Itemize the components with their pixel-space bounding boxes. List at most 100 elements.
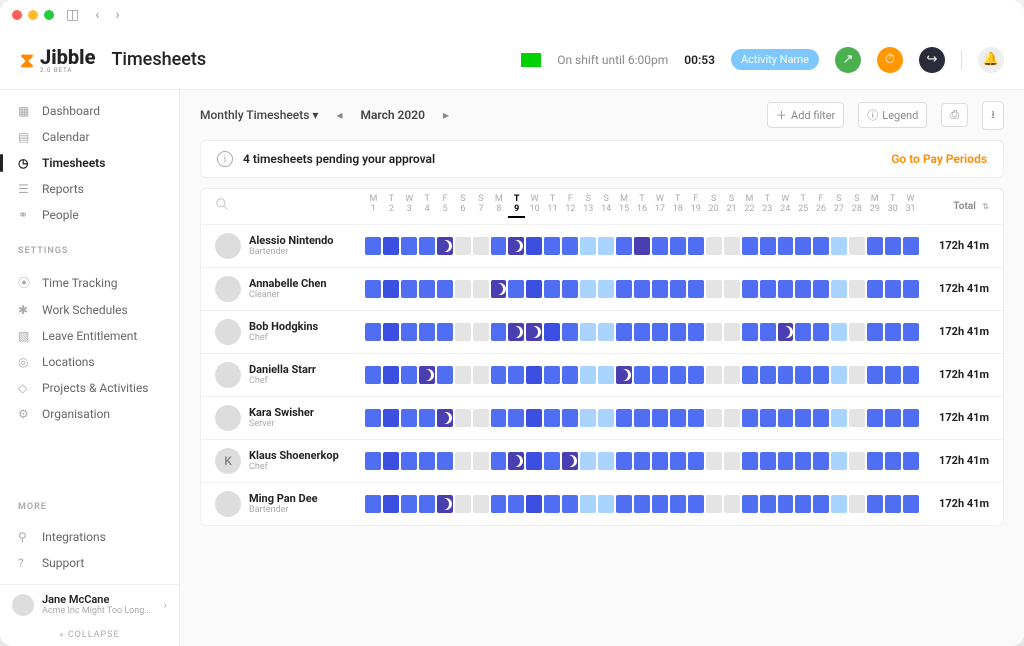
timesheet-row[interactable]: KKlaus ShoenerkopChef172h 41m bbox=[201, 439, 1003, 482]
day-cell[interactable] bbox=[491, 409, 507, 427]
day-cell[interactable] bbox=[778, 237, 794, 255]
day-cell[interactable] bbox=[473, 280, 489, 298]
day-cell[interactable] bbox=[580, 237, 596, 255]
day-cell[interactable] bbox=[598, 237, 614, 255]
day-header[interactable]: T18 bbox=[669, 195, 686, 218]
day-cell[interactable] bbox=[544, 323, 560, 341]
day-cell[interactable] bbox=[437, 495, 453, 513]
day-cell[interactable] bbox=[562, 323, 578, 341]
sidebar-item-integrations[interactable]: ⚲Integrations bbox=[0, 524, 179, 550]
day-cell[interactable] bbox=[544, 237, 560, 255]
day-cell[interactable] bbox=[885, 409, 901, 427]
day-cell[interactable] bbox=[706, 409, 722, 427]
day-cell[interactable] bbox=[634, 452, 650, 470]
day-cell[interactable] bbox=[580, 409, 596, 427]
day-cell[interactable] bbox=[544, 495, 560, 513]
day-cell[interactable] bbox=[365, 452, 381, 470]
close-window[interactable] bbox=[12, 10, 22, 20]
day-cell[interactable] bbox=[419, 366, 435, 384]
day-cell[interactable] bbox=[580, 323, 596, 341]
day-cell[interactable] bbox=[813, 366, 829, 384]
day-cell[interactable] bbox=[508, 366, 524, 384]
day-cell[interactable] bbox=[688, 452, 704, 470]
day-cell[interactable] bbox=[706, 323, 722, 341]
day-cell[interactable] bbox=[455, 366, 471, 384]
sidebar-item-work-schedules[interactable]: ✱Work Schedules bbox=[0, 297, 179, 323]
day-cell[interactable] bbox=[562, 452, 578, 470]
day-cell[interactable] bbox=[903, 280, 919, 298]
sidebar-toggle-icon[interactable]: ◫ bbox=[62, 7, 83, 23]
day-cell[interactable] bbox=[383, 237, 399, 255]
day-cell[interactable] bbox=[652, 323, 668, 341]
sidebar-item-support[interactable]: ?Support bbox=[0, 550, 179, 576]
day-cell[interactable] bbox=[778, 409, 794, 427]
day-cell[interactable] bbox=[419, 237, 435, 255]
day-cell[interactable] bbox=[544, 366, 560, 384]
day-cell[interactable] bbox=[760, 280, 776, 298]
day-cell[interactable] bbox=[903, 452, 919, 470]
day-cell[interactable] bbox=[634, 366, 650, 384]
day-cell[interactable] bbox=[544, 409, 560, 427]
day-header[interactable]: S20 bbox=[705, 195, 722, 218]
day-cell[interactable] bbox=[760, 323, 776, 341]
day-cell[interactable] bbox=[724, 237, 740, 255]
view-dropdown[interactable]: Monthly Timesheets ▾ bbox=[200, 108, 318, 122]
day-cell[interactable] bbox=[437, 237, 453, 255]
clock-out-button[interactable]: ↪ bbox=[919, 47, 945, 73]
timesheet-row[interactable]: Alessio NintendoBartender172h 41m bbox=[201, 224, 1003, 267]
day-header[interactable]: T9 bbox=[508, 195, 525, 218]
day-header[interactable]: F26 bbox=[813, 195, 830, 218]
day-cell[interactable] bbox=[760, 452, 776, 470]
day-cell[interactable] bbox=[670, 237, 686, 255]
day-cell[interactable] bbox=[903, 409, 919, 427]
day-cell[interactable] bbox=[867, 366, 883, 384]
day-cell[interactable] bbox=[383, 280, 399, 298]
day-header[interactable]: W24 bbox=[777, 195, 794, 218]
day-cell[interactable] bbox=[419, 409, 435, 427]
day-cell[interactable] bbox=[526, 280, 542, 298]
day-cell[interactable] bbox=[526, 409, 542, 427]
day-cell[interactable] bbox=[580, 366, 596, 384]
day-cell[interactable] bbox=[455, 237, 471, 255]
day-cell[interactable] bbox=[813, 452, 829, 470]
day-cell[interactable] bbox=[867, 452, 883, 470]
total-column-header[interactable]: Total ⇅ bbox=[919, 201, 989, 212]
day-cell[interactable] bbox=[742, 366, 758, 384]
day-cell[interactable] bbox=[742, 237, 758, 255]
day-cell[interactable] bbox=[670, 366, 686, 384]
day-cell[interactable] bbox=[508, 409, 524, 427]
day-cell[interactable] bbox=[491, 452, 507, 470]
day-cell[interactable] bbox=[831, 409, 847, 427]
day-cell[interactable] bbox=[885, 366, 901, 384]
day-cell[interactable] bbox=[473, 495, 489, 513]
day-cell[interactable] bbox=[688, 237, 704, 255]
day-cell[interactable] bbox=[813, 323, 829, 341]
day-cell[interactable] bbox=[437, 366, 453, 384]
day-cell[interactable] bbox=[742, 323, 758, 341]
day-header[interactable]: F5 bbox=[437, 195, 454, 218]
day-header[interactable]: T11 bbox=[544, 195, 561, 218]
day-cell[interactable] bbox=[849, 452, 865, 470]
day-cell[interactable] bbox=[831, 323, 847, 341]
next-period-button[interactable]: ▸ bbox=[439, 108, 453, 122]
day-cell[interactable] bbox=[508, 280, 524, 298]
header-action-1[interactable]: ↗ bbox=[835, 47, 861, 73]
day-cell[interactable] bbox=[473, 323, 489, 341]
day-cell[interactable] bbox=[401, 495, 417, 513]
day-cell[interactable] bbox=[688, 409, 704, 427]
day-cell[interactable] bbox=[616, 237, 632, 255]
day-cell[interactable] bbox=[473, 409, 489, 427]
day-cell[interactable] bbox=[598, 366, 614, 384]
day-cell[interactable] bbox=[437, 280, 453, 298]
day-cell[interactable] bbox=[885, 495, 901, 513]
day-header[interactable]: T4 bbox=[419, 195, 436, 218]
day-header[interactable]: M15 bbox=[616, 195, 633, 218]
day-cell[interactable] bbox=[706, 366, 722, 384]
day-cell[interactable] bbox=[724, 409, 740, 427]
day-cell[interactable] bbox=[778, 366, 794, 384]
day-cell[interactable] bbox=[885, 323, 901, 341]
sidebar-item-time-tracking[interactable]: ⦿Time Tracking bbox=[0, 268, 179, 297]
sidebar-user-row[interactable]: Jane McCane Acme Inc Might Too Long… › bbox=[0, 584, 179, 624]
day-cell[interactable] bbox=[365, 366, 381, 384]
day-header[interactable]: M1 bbox=[365, 195, 382, 218]
